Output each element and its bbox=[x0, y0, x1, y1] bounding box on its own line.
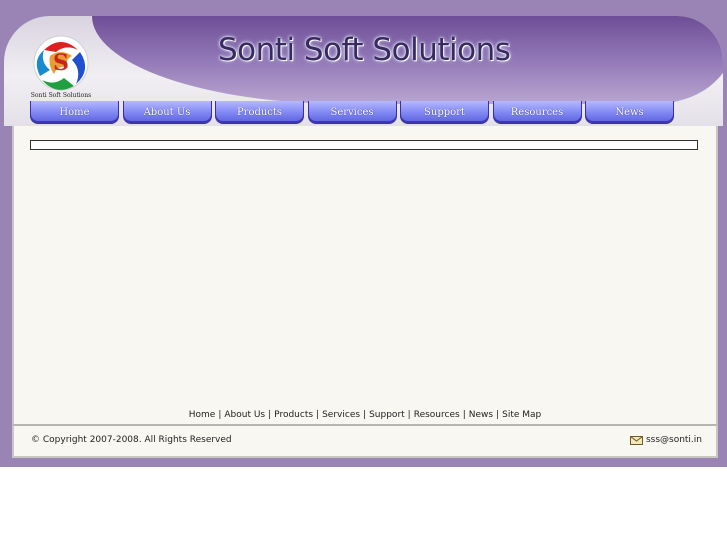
footer-link-home[interactable]: Home bbox=[189, 410, 216, 420]
footer-separator: | bbox=[268, 410, 272, 420]
copyright-text: © Copyright 2007-2008. All Rights Reserv… bbox=[31, 435, 232, 445]
footer-separator: | bbox=[462, 410, 466, 420]
nav-tab-resources[interactable]: Resources bbox=[492, 101, 582, 124]
svg-text:S: S bbox=[53, 50, 69, 76]
footer-link-support[interactable]: Support bbox=[369, 410, 405, 420]
footer-links: Home | About Us | Products | Services | Support |… bbox=[14, 410, 716, 420]
footer-separator: | bbox=[407, 410, 411, 420]
footer-link-services[interactable]: Services bbox=[322, 410, 360, 420]
nav-tab-news[interactable]: News bbox=[585, 101, 674, 124]
content-panel: Home | About Us | Products | Services | Support |… bbox=[12, 126, 718, 424]
nav-tab-support[interactable]: Support bbox=[400, 101, 489, 124]
nav-tab-home[interactable]: Home bbox=[30, 101, 119, 124]
site-title: Sonti Soft Solutions bbox=[218, 32, 511, 68]
main-nav: Home About Us Products Services Support … bbox=[30, 101, 678, 125]
email-link[interactable]: sss@sonti.in bbox=[629, 435, 702, 445]
footer-separator: | bbox=[218, 410, 222, 420]
footer-link-site-map[interactable]: Site Map bbox=[502, 410, 541, 420]
nav-tab-services[interactable]: Services bbox=[307, 101, 397, 124]
footer-link-about-us[interactable]: About Us bbox=[224, 410, 265, 420]
logo-caption: Sonti Soft Solutions bbox=[30, 92, 92, 99]
footer-separator: | bbox=[363, 410, 367, 420]
copyright-bar: © Copyright 2007-2008. All Rights Reserv… bbox=[12, 424, 718, 458]
footer-link-products[interactable]: Products bbox=[274, 410, 313, 420]
footer-link-news[interactable]: News bbox=[469, 410, 493, 420]
mail-icon bbox=[629, 435, 643, 445]
content-box bbox=[30, 140, 698, 150]
footer-separator: | bbox=[316, 410, 320, 420]
email-address: sss@sonti.in bbox=[645, 435, 702, 445]
nav-tab-products[interactable]: Products bbox=[215, 101, 304, 124]
footer-link-resources[interactable]: Resources bbox=[414, 410, 460, 420]
nav-tab-about-us[interactable]: About Us bbox=[122, 101, 212, 124]
footer-separator: | bbox=[496, 410, 500, 420]
page-frame: S Sonti Soft Solutions Sonti Soft Soluti… bbox=[0, 0, 727, 467]
